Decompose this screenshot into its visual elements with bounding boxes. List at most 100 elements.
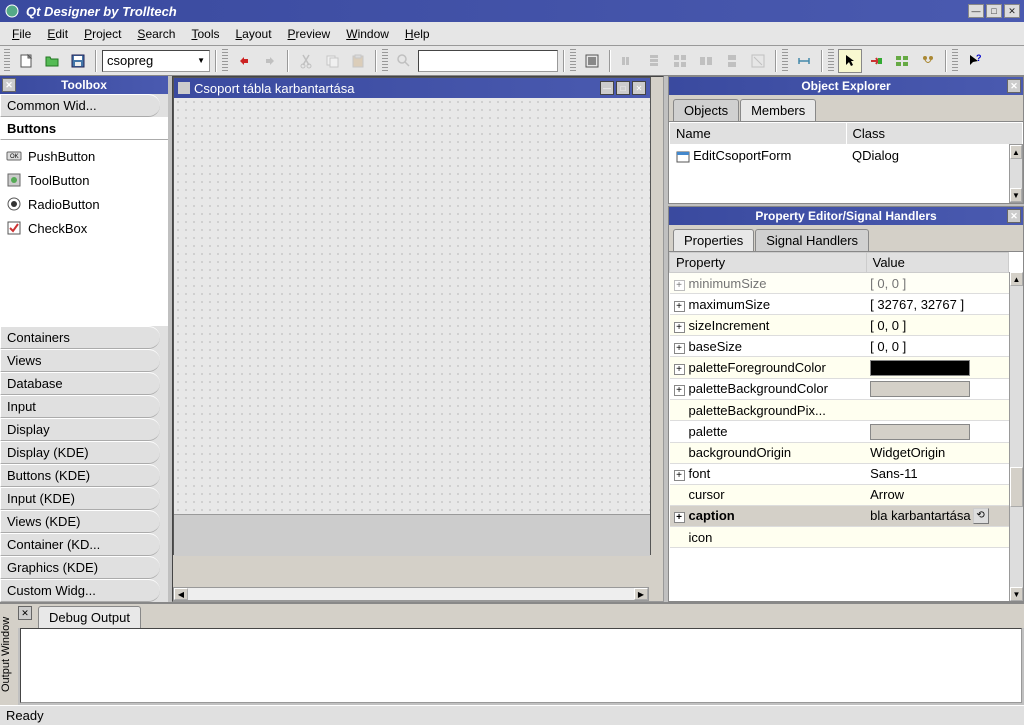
undo-icon[interactable]	[232, 49, 256, 73]
redo-icon[interactable]	[258, 49, 282, 73]
debug-output-content[interactable]	[20, 628, 1022, 703]
menu-project[interactable]: Project	[76, 24, 129, 44]
layout-split-h-icon[interactable]	[694, 49, 718, 73]
layout-split-v-icon[interactable]	[720, 49, 744, 73]
layout-grid-icon[interactable]	[668, 49, 692, 73]
property-row[interactable]: +captionbla karbantartása⟲	[670, 505, 1009, 527]
menu-layout[interactable]: Layout	[227, 24, 279, 44]
adjust-size-icon[interactable]	[580, 49, 604, 73]
toolbox-cat-input-kde[interactable]: Input (KDE)	[0, 487, 160, 510]
debug-close-icon[interactable]: ✕	[18, 606, 32, 620]
pointer-icon[interactable]	[838, 49, 862, 73]
buddy-icon[interactable]	[916, 49, 940, 73]
break-layout-icon[interactable]	[746, 49, 770, 73]
toolbox-cat-database[interactable]: Database	[0, 372, 160, 395]
toolbar-grip[interactable]	[952, 49, 958, 73]
menu-edit[interactable]: Edit	[39, 24, 76, 44]
menu-window[interactable]: Window	[338, 24, 397, 44]
tab-signal-handlers[interactable]: Signal Handlers	[755, 229, 869, 251]
property-expander-icon[interactable]: +	[674, 322, 685, 333]
property-row[interactable]: backgroundOriginWidgetOrigin	[670, 442, 1009, 463]
form-canvas[interactable]	[174, 98, 650, 514]
form-titlebar[interactable]: Csoport tábla karbantartása — □ ✕	[174, 78, 650, 98]
toolbar-grip[interactable]	[570, 49, 576, 73]
cut-icon[interactable]	[294, 49, 318, 73]
toolbar-grip[interactable]	[222, 49, 228, 73]
property-row[interactable]: icon	[670, 527, 1009, 548]
scroll-left-icon[interactable]: ◀	[174, 588, 188, 600]
form-resize-area[interactable]	[174, 514, 650, 556]
tab-objects[interactable]: Objects	[673, 99, 739, 121]
maximize-button[interactable]: □	[986, 4, 1002, 18]
column-name[interactable]: Name	[670, 123, 847, 145]
property-row[interactable]: +sizeIncrement[ 0, 0 ]	[670, 315, 1009, 336]
search-icon[interactable]	[392, 49, 416, 73]
property-editor-vscrollbar[interactable]: ▲ ▼	[1009, 272, 1023, 601]
minimize-button[interactable]: —	[968, 4, 984, 18]
save-icon[interactable]	[66, 49, 90, 73]
toolbox-cat-containers[interactable]: Containers	[0, 326, 160, 349]
scroll-down-icon[interactable]: ▼	[1010, 188, 1022, 202]
layout-h-icon[interactable]: < rect pointer-events="none" x="10" y="4…	[616, 49, 640, 73]
property-row[interactable]: +baseSize[ 0, 0 ]	[670, 336, 1009, 357]
toolbar-grip[interactable]	[4, 49, 10, 73]
menu-file[interactable]: File	[4, 24, 39, 44]
property-row[interactable]: +maximumSize[ 32767, 32767 ]	[670, 294, 1009, 315]
toolbox-cat-views[interactable]: Views	[0, 349, 160, 372]
scroll-up-icon[interactable]: ▲	[1010, 145, 1022, 159]
form-close-button[interactable]: ✕	[632, 81, 646, 95]
new-file-icon[interactable]	[14, 49, 38, 73]
property-row[interactable]: palette	[670, 421, 1009, 443]
scroll-up-icon[interactable]: ▲	[1010, 272, 1023, 286]
checkbox-item[interactable]: CheckBox	[4, 216, 164, 240]
pushbutton-item[interactable]: OKPushButton	[4, 144, 164, 168]
property-expander-icon[interactable]: +	[674, 470, 685, 481]
reset-property-icon[interactable]: ⟲	[973, 508, 989, 524]
scroll-down-icon[interactable]: ▼	[1010, 587, 1023, 601]
property-expander-icon[interactable]: +	[674, 385, 685, 396]
property-row[interactable]: cursorArrow	[670, 484, 1009, 505]
scrollbar-thumb[interactable]	[1010, 467, 1023, 507]
toolbar-grip[interactable]	[382, 49, 388, 73]
property-expander-icon[interactable]: +	[674, 343, 685, 354]
column-property[interactable]: Property	[670, 253, 867, 273]
tab-properties[interactable]: Properties	[673, 229, 754, 251]
spacer-icon[interactable]	[792, 49, 816, 73]
tab-debug-output[interactable]: Debug Output	[38, 606, 141, 628]
toolbar-grip[interactable]	[782, 49, 788, 73]
column-value[interactable]: Value	[866, 253, 1008, 273]
toolbox-cat-buttons-kde[interactable]: Buttons (KDE)	[0, 464, 160, 487]
property-row[interactable]: paletteBackgroundPix...	[670, 400, 1009, 421]
toolbox-cat-container-kde[interactable]: Container (KD...	[0, 533, 160, 556]
toolbox-cat-display[interactable]: Display	[0, 418, 160, 441]
toolbar-grip[interactable]	[828, 49, 834, 73]
menu-search[interactable]: Search	[129, 24, 183, 44]
toolbutton-item[interactable]: ToolButton	[4, 168, 164, 192]
toolbox-cat-views-kde[interactable]: Views (KDE)	[0, 510, 160, 533]
layout-v-icon[interactable]	[642, 49, 666, 73]
toolbox-close-icon[interactable]: ✕	[2, 78, 16, 92]
object-explorer-vscrollbar[interactable]: ▲ ▼	[1009, 144, 1023, 203]
tab-members[interactable]: Members	[740, 99, 816, 121]
whatsthis-icon[interactable]: ?	[962, 49, 986, 73]
radiobutton-item[interactable]: RadioButton	[4, 192, 164, 216]
signal-slot-icon[interactable]	[864, 49, 888, 73]
toolbox-cat-input[interactable]: Input	[0, 395, 160, 418]
property-expander-icon[interactable]: +	[674, 280, 685, 291]
project-combo[interactable]: csopreg▼	[102, 50, 210, 72]
menu-help[interactable]: Help	[397, 24, 438, 44]
paste-icon[interactable]	[346, 49, 370, 73]
open-file-icon[interactable]	[40, 49, 64, 73]
design-area[interactable]: Csoport tábla karbantartása — □ ✕ ◀ ▶	[172, 76, 664, 602]
form-minimize-button[interactable]: —	[600, 81, 614, 95]
menu-tools[interactable]: Tools	[183, 24, 227, 44]
scrollbar-track[interactable]	[188, 588, 634, 600]
toolbox-cat-common[interactable]: Common Wid...	[0, 94, 160, 117]
scroll-right-icon[interactable]: ▶	[634, 588, 648, 600]
search-input[interactable]	[418, 50, 558, 72]
toolbox-cat-custom[interactable]: Custom Widg...	[0, 579, 160, 602]
property-row[interactable]: +paletteForegroundColor	[670, 357, 1009, 379]
design-hscrollbar[interactable]: ◀ ▶	[173, 587, 649, 601]
column-class[interactable]: Class	[846, 123, 1023, 145]
toolbox-cat-graphics-kde[interactable]: Graphics (KDE)	[0, 556, 160, 579]
